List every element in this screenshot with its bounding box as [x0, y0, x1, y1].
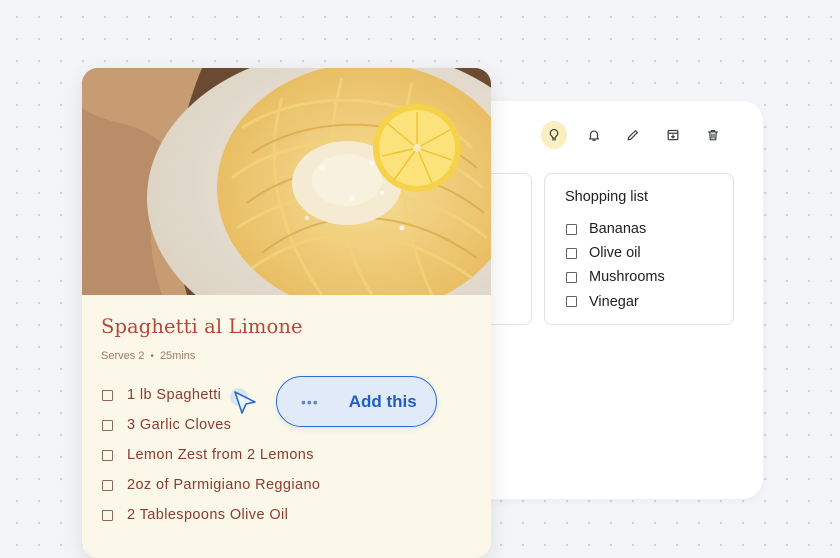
add-this-button[interactable]: ••• Add this	[276, 376, 437, 427]
reminder-button[interactable]	[581, 121, 607, 149]
list-item-label: Bananas	[589, 221, 647, 238]
shopping-list-items: Bananas Olive oil Mushrooms Vinegar	[566, 217, 665, 314]
list-item-label: Olive oil	[589, 245, 641, 262]
shopping-list-title: Shopping list	[565, 189, 649, 205]
bell-icon	[588, 130, 599, 141]
checkbox[interactable]	[102, 389, 113, 401]
serves-label: Serves 2	[101, 350, 145, 362]
list-item: 2 Tablespoons Olive Oil	[102, 500, 320, 530]
checkbox[interactable]	[566, 271, 577, 283]
ingredient-label: 3 Garlic Cloves	[127, 417, 232, 433]
pasta-photo	[82, 68, 491, 295]
recipe-meta: Serves 2 • 25mins	[101, 350, 195, 362]
list-item: Olive oil	[566, 241, 665, 265]
list-item: Lemon Zest from 2 Lemons	[102, 440, 320, 470]
lightbulb-icon	[549, 128, 559, 141]
checkbox[interactable]	[102, 479, 113, 491]
ingredient-label: Lemon Zest from 2 Lemons	[127, 447, 314, 463]
delete-button[interactable]	[700, 121, 726, 149]
list-item: 2oz of Parmigiano Reggiano	[102, 470, 320, 500]
checkbox[interactable]	[566, 296, 577, 308]
pencil-icon	[628, 130, 639, 141]
trash-icon	[708, 130, 719, 141]
more-dots-icon: •••	[301, 393, 319, 410]
recipe-card: Spaghetti al Limone Serves 2 • 25mins 1 …	[82, 68, 491, 558]
recipe-title: Spaghetti al Limone	[101, 315, 303, 338]
add-this-label: Add this	[348, 391, 417, 411]
archive-icon	[667, 129, 679, 141]
shopping-list-card[interactable]: Shopping list Bananas Olive oil Mushroom…	[544, 173, 734, 325]
checkbox[interactable]	[102, 449, 113, 461]
list-item: Vinegar	[566, 290, 665, 314]
list-item-label: Mushrooms	[589, 269, 665, 286]
meta-separator: •	[150, 350, 154, 362]
ingredient-label: 2oz of Parmigiano Reggiano	[127, 477, 321, 493]
list-item: Bananas	[566, 217, 665, 241]
list-item: Mushrooms	[566, 265, 665, 289]
lightbulb-button[interactable]	[541, 121, 567, 149]
checkbox[interactable]	[102, 509, 113, 521]
note-toolbar	[541, 117, 737, 153]
ingredient-label: 1 lb Spaghetti	[127, 387, 222, 403]
cursor-arrow-icon	[230, 388, 256, 414]
checkbox[interactable]	[566, 247, 577, 259]
checkbox[interactable]	[566, 223, 577, 235]
ingredient-label: 2 Tablespoons Olive Oil	[127, 507, 289, 523]
keep-notes-panel: Shopping list Bananas Olive oil Mushroom…	[445, 101, 763, 499]
archive-button[interactable]	[660, 121, 686, 149]
time-label: 25mins	[159, 350, 196, 362]
edit-button[interactable]	[621, 121, 647, 149]
checkbox[interactable]	[102, 419, 113, 431]
list-item-label: Vinegar	[589, 293, 639, 310]
